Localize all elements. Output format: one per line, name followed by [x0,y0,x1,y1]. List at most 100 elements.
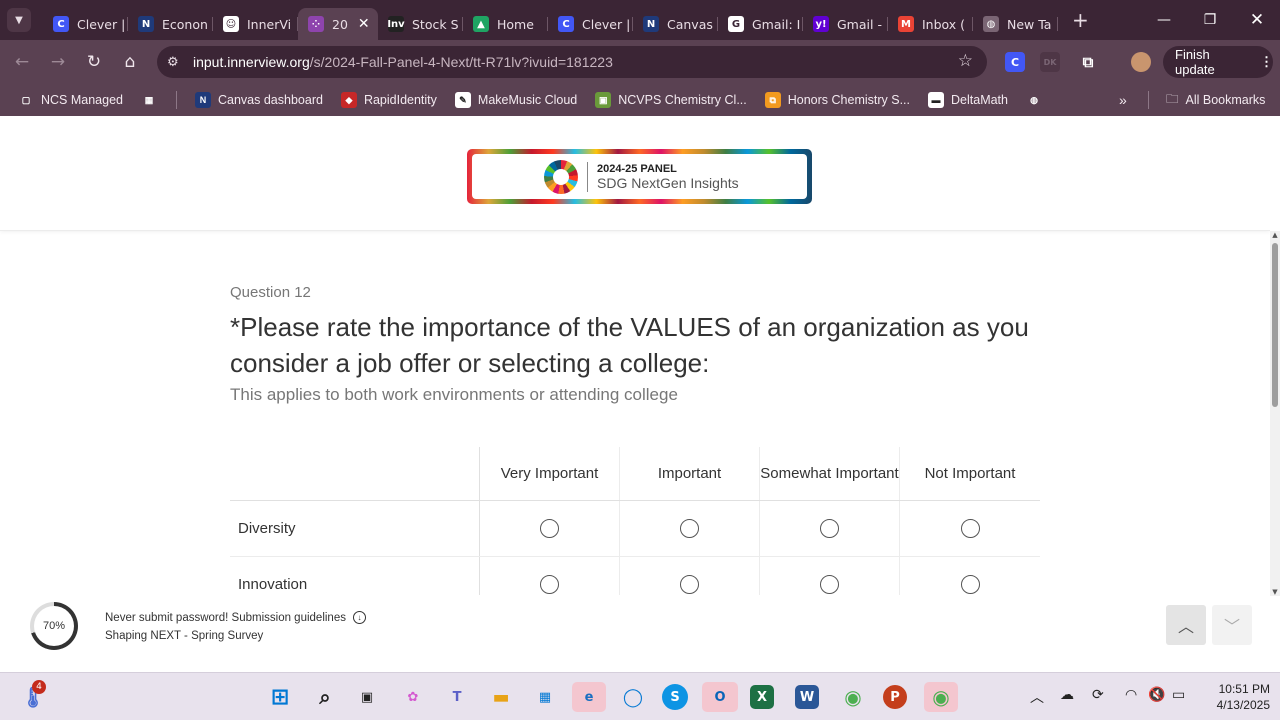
bookmark-item[interactable]: ◍ [1026,92,1049,108]
chevron-down-icon: ▼ [15,14,23,26]
extensions-puzzle-icon[interactable]: ⧉ [1078,52,1098,72]
browser-tab[interactable]: ▲ Home [463,8,548,40]
bookmarks-list: ▢ NCS Managed ▦ N Canvas dashboard ◆ RapidIden… [0,91,1049,109]
onedrive-icon[interactable]: ☁ [1060,687,1074,703]
copilot-icon[interactable]: ✿ [398,682,428,712]
chrome-profile-icon[interactable]: ◉ [924,682,958,712]
bookmark-item[interactable]: ▣ NCVPS Chemistry Cl... [595,92,747,108]
browser-tab[interactable]: N Canvas [633,8,718,40]
info-download-icon[interactable]: ↓ [352,611,366,624]
bookmark-item[interactable]: ⧉ Honors Chemistry S... [764,92,910,108]
scroll-up-arrow-icon[interactable]: ▲ [1271,231,1279,239]
page-scrollbar[interactable]: ▲ ▼ [1270,231,1280,596]
close-window-button[interactable]: ✕ [1234,0,1280,40]
bookmark-item[interactable]: ▬ DeltaMath [928,92,1008,108]
inactive-extension-icon[interactable]: DK [1040,52,1060,72]
file-explorer-icon[interactable]: ▬ [486,682,516,712]
browser-tab[interactable]: G Gmail: I [718,8,803,40]
site-info-icon[interactable]: ⚙ [167,55,187,70]
bookmark-item[interactable]: ▢ NCS Managed [18,92,123,108]
browser-tab[interactable]: ☺ InnerVi [213,8,298,40]
finish-update-button[interactable]: Finish update ⋮ [1163,46,1273,78]
progress-label: 70% [34,606,74,646]
skype-icon[interactable]: S [662,684,688,710]
profile-avatar[interactable] [1131,52,1151,72]
clever-extension-icon[interactable]: C [1005,52,1025,72]
browser-tab[interactable]: C Clever | [548,8,633,40]
sync-icon[interactable]: ⟳ [1092,687,1104,703]
browser-tab[interactable]: y! Gmail - [803,8,888,40]
radio-innovation-not-important[interactable] [960,575,980,594]
powerpoint-icon[interactable]: P [883,685,907,709]
windows-start-icon[interactable]: ⊞ [265,682,295,712]
volume-muted-icon[interactable]: 🔇 [1148,687,1165,703]
tab-title: Econon [162,16,208,32]
browser-tab[interactable]: N Econon [128,8,213,40]
word-icon[interactable]: W [795,685,819,709]
store-icon[interactable]: ▦ [530,682,560,712]
edge-icon[interactable]: e [572,682,606,712]
excel-icon[interactable]: X [750,685,774,709]
radio-innovation-important[interactable] [680,575,699,594]
radio-diversity-not-important[interactable] [960,519,980,538]
minimize-button[interactable]: — [1141,0,1187,40]
apps-grid-icon: ▦ [141,92,157,108]
task-view-icon[interactable]: ▣ [352,682,382,712]
scroll-down-arrow-icon[interactable]: ▼ [1271,588,1279,596]
browser-tab[interactable]: C Clever | [43,8,128,40]
browser-tab[interactable]: M Inbox ( [888,8,973,40]
system-clock[interactable]: 10:51 PM 4/13/2025 [1198,681,1270,713]
google-icon: G [728,16,744,32]
bookmark-item[interactable]: ▦ [141,92,164,108]
tab-title: Home [497,16,534,32]
clock-date: 4/13/2025 [1216,698,1270,712]
bookmark-star-icon[interactable]: ☆ [958,51,973,71]
radio-diversity-very-important[interactable] [540,519,559,538]
new-tab-button[interactable]: + [1072,8,1089,32]
logo-line2: SDG NextGen Insights [597,174,739,191]
arrow-left-icon: ← [14,52,30,72]
cortana-icon[interactable]: ◯ [618,682,648,712]
back-button[interactable]: ← [4,44,40,80]
radio-innovation-very-important[interactable] [540,575,559,594]
radio-innovation-somewhat-important[interactable] [820,575,839,594]
browser-tab[interactable]: ⁘ 20 ✕ [298,8,378,40]
grid-cell [900,501,1040,556]
chrome-icon[interactable]: ◉ [838,682,868,712]
globe-icon: ◍ [983,16,999,32]
search-icon[interactable]: ⌕ [310,682,340,712]
scrollbar-thumb[interactable] [1272,243,1278,407]
home-button[interactable]: ⌂ [112,44,148,80]
next-question-button[interactable]: ﹀ [1212,605,1252,645]
chevron-down-icon: ﹀ [1223,617,1240,636]
bookmark-item[interactable]: ◆ RapidIdentity [340,92,437,108]
teams-icon[interactable]: T [442,682,472,712]
radio-diversity-somewhat-important[interactable] [820,519,839,538]
tab-search-button[interactable]: ▼ [7,8,31,32]
column-header: Not Important [924,465,1016,482]
progress-ring: 70% [30,602,78,650]
more-bookmarks-button[interactable]: » [1119,92,1127,108]
close-tab-icon[interactable]: ✕ [358,16,370,32]
show-hidden-icons-icon[interactable]: ︿ [1030,687,1044,707]
radio-diversity-important[interactable] [680,519,699,538]
battery-icon[interactable]: ▭ [1172,687,1185,703]
kebab-menu-icon: ⋮ [1260,54,1273,69]
ncvps-icon: ▣ [595,92,612,108]
previous-question-button[interactable]: ︿ [1166,605,1206,645]
address-bar[interactable]: ⚙ input.innerview.org/s/2024-Fall-Panel-… [157,46,987,78]
forward-button[interactable]: → [40,44,76,80]
outlook-icon[interactable]: O [702,682,738,712]
restore-button[interactable]: ❐ [1187,0,1233,40]
tab-title: 20 [332,16,348,32]
submission-guidelines-text[interactable]: Never submit password! Submission guidel… [105,612,346,624]
all-bookmarks-button[interactable]: 🗀 All Bookmarks [1166,90,1265,111]
browser-tab[interactable]: ◍ New Ta [973,8,1058,40]
bookmark-item[interactable]: N Canvas dashboard [195,92,323,108]
reload-button[interactable]: ↻ [76,44,112,80]
browser-tab[interactable]: Inv Stock S [378,8,463,40]
bookmark-item[interactable]: ✎ MakeMusic Cloud [454,92,577,108]
clock-time: 10:51 PM [1218,682,1270,696]
logo-text: 2024-25 PANEL SDG NextGen Insights [597,163,739,191]
wifi-icon[interactable]: ◠ [1125,687,1137,703]
